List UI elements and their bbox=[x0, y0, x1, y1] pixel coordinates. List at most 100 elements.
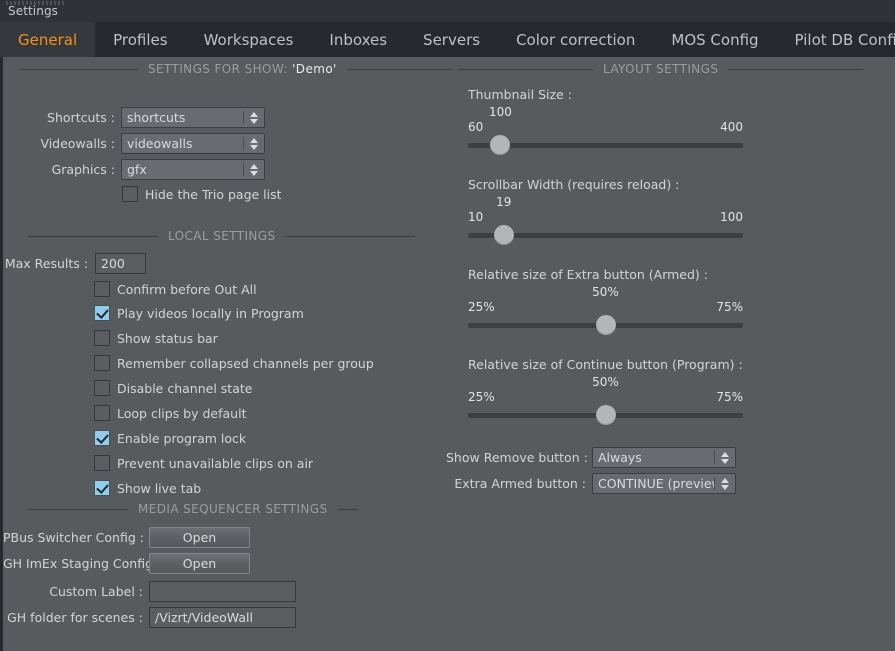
updown-arrows-icon[interactable] bbox=[248, 163, 260, 176]
shortcuts-combobox-separator bbox=[243, 111, 244, 124]
slider-extra-button-armed-title: Relative size of Extra button (Armed) : bbox=[468, 267, 708, 282]
slider-scrollbar-width-track-wrap[interactable] bbox=[468, 225, 743, 245]
row-graphics: Graphics : gfx bbox=[3, 159, 265, 180]
show-status-bar-label: Show status bar bbox=[117, 330, 218, 346]
checkbox-row-disable-channel-state[interactable]: Disable channel state bbox=[94, 380, 252, 396]
checkbox-row-show-live-tab[interactable]: Show live tab bbox=[94, 480, 201, 496]
play-videos-locally-checkbox[interactable] bbox=[94, 305, 110, 321]
tab-servers[interactable]: Servers bbox=[405, 22, 498, 57]
slider-extra-button-armed-min: 25% bbox=[468, 300, 495, 314]
slider-thumbnail-size-handle[interactable] bbox=[490, 135, 511, 155]
loop-clips-by-default-checkbox[interactable] bbox=[94, 405, 110, 421]
slider-scrollbar-width-handle[interactable] bbox=[493, 225, 514, 245]
checkbox-row-loop-clips-by-default[interactable]: Loop clips by default bbox=[94, 405, 246, 421]
slider-thumbnail-size-track-wrap[interactable] bbox=[468, 135, 743, 155]
tab-inboxes[interactable]: Inboxes bbox=[311, 22, 405, 57]
tab-general[interactable]: General bbox=[0, 22, 96, 57]
row-max-results: Max Results : 200 bbox=[3, 253, 146, 274]
tab-color-correction[interactable]: Color correction bbox=[498, 22, 653, 57]
shortcuts-combobox-value: shortcuts bbox=[127, 110, 186, 125]
remember-collapsed-channels-checkbox[interactable] bbox=[94, 355, 110, 371]
label-custom-label: Custom Label : bbox=[49, 584, 143, 599]
section-heading-local-settings-label: LOCAL SETTINGS bbox=[168, 229, 276, 243]
section-heading-layout-settings-label: LAYOUT SETTINGS bbox=[603, 62, 719, 76]
checkbox-row-play-videos-locally[interactable]: Play videos locally in Program bbox=[94, 305, 304, 321]
videowalls-combobox[interactable]: videowalls bbox=[121, 133, 265, 154]
tab-workspaces[interactable]: Workspaces bbox=[186, 22, 312, 57]
slider-scrollbar-width-value-row: 19 bbox=[468, 195, 743, 210]
updown-arrows-icon[interactable] bbox=[719, 477, 731, 490]
slider-extra-button-armed-handle[interactable] bbox=[595, 315, 616, 335]
chevron-up-icon bbox=[250, 111, 258, 117]
section-rule-right bbox=[728, 68, 864, 70]
window-title: Settings bbox=[8, 4, 59, 18]
chevron-up-icon bbox=[250, 163, 258, 169]
slider-extra-button-armed-track-wrap[interactable] bbox=[468, 315, 743, 335]
section-rule-left bbox=[20, 68, 138, 70]
graphics-combobox[interactable]: gfx bbox=[121, 159, 265, 180]
videowalls-combobox-separator bbox=[243, 137, 244, 150]
disable-channel-state-checkbox[interactable] bbox=[94, 380, 110, 396]
tab-profiles[interactable]: Profiles bbox=[95, 22, 185, 57]
slider-thumbnail-size-title: Thumbnail Size : bbox=[468, 87, 572, 102]
row-pbus-switcher-config: PBus Switcher Config : Open bbox=[3, 527, 250, 548]
updown-arrows-icon[interactable] bbox=[719, 451, 731, 464]
gh-folder-for-scenes-input[interactable]: /Vizrt/VideoWall bbox=[149, 607, 296, 628]
show-remove-button-combobox-separator bbox=[714, 451, 715, 464]
hide-trio-page-list-checkbox[interactable] bbox=[122, 186, 138, 202]
updown-arrows-icon[interactable] bbox=[248, 111, 260, 124]
enable-program-lock-checkbox[interactable] bbox=[94, 430, 110, 446]
slider-thumbnail-size-max: 400 bbox=[720, 120, 743, 134]
label-shortcuts: Shortcuts : bbox=[47, 110, 115, 125]
confirm-before-out-all-checkbox[interactable] bbox=[94, 281, 110, 297]
tab-mos-config[interactable]: MOS Config bbox=[653, 22, 776, 57]
play-videos-locally-label: Play videos locally in Program bbox=[117, 305, 304, 321]
show-live-tab-checkbox[interactable] bbox=[94, 480, 110, 496]
slider-extra-button-armed-max: 75% bbox=[716, 300, 743, 314]
pbus-switcher-config-open-button[interactable]: Open bbox=[149, 527, 250, 548]
slider-scrollbar-width-end-row: 10 100 bbox=[468, 210, 743, 225]
section-heading-media-sequencer: MEDIA SEQUENCER SETTINGS bbox=[28, 502, 428, 516]
section-rule-left bbox=[28, 508, 128, 510]
label-max-results: Max Results : bbox=[4, 256, 88, 271]
updown-arrows-icon[interactable] bbox=[248, 137, 260, 150]
show-remove-button-combobox[interactable]: Always bbox=[592, 447, 736, 468]
confirm-before-out-all-label: Confirm before Out All bbox=[117, 281, 257, 297]
gh-imex-staging-config-open-button[interactable]: Open bbox=[149, 553, 250, 574]
slider-continue-button-program-track-wrap[interactable] bbox=[468, 405, 743, 425]
slider-extra-button-armed-end-row: 25% 75% bbox=[468, 300, 743, 315]
slider-extra-button-armed-value-row: 50% bbox=[468, 285, 743, 300]
show-remove-button-combobox-value: Always bbox=[598, 450, 642, 465]
chevron-down-icon bbox=[721, 458, 729, 464]
checkbox-row-confirm-before-out-all[interactable]: Confirm before Out All bbox=[94, 281, 257, 297]
label-pbus-switcher-config: PBus Switcher Config : bbox=[3, 530, 144, 545]
section-heading-show-settings-label: SETTINGS FOR SHOW: 'Demo' bbox=[148, 62, 337, 76]
custom-label-input[interactable] bbox=[149, 581, 296, 602]
checkbox-row-enable-program-lock[interactable]: Enable program lock bbox=[94, 430, 246, 446]
slider-thumbnail-size-min: 60 bbox=[468, 120, 484, 134]
slider-scrollbar-width-min: 10 bbox=[468, 210, 484, 224]
slider-continue-button-program-title: Relative size of Continue button (Progra… bbox=[468, 357, 743, 372]
section-heading-show-settings: SETTINGS FOR SHOW: 'Demo' bbox=[20, 62, 452, 76]
checkbox-row-remember-collapsed-channels[interactable]: Remember collapsed channels per group bbox=[94, 355, 374, 371]
slider-continue-button-program-value-row: 50% bbox=[468, 375, 743, 390]
section-heading-local-settings: LOCAL SETTINGS bbox=[28, 229, 428, 243]
chevron-up-icon bbox=[250, 137, 258, 143]
checkbox-row-prevent-unavailable-clips[interactable]: Prevent unavailable clips on air bbox=[94, 455, 313, 471]
slider-continue-button-program-handle[interactable] bbox=[595, 405, 616, 425]
tab-pilot-db-config[interactable]: Pilot DB Config bbox=[777, 22, 895, 57]
row-custom-label: Custom Label : bbox=[3, 581, 296, 602]
max-results-input[interactable]: 200 bbox=[95, 253, 146, 274]
show-status-bar-checkbox[interactable] bbox=[94, 330, 110, 346]
row-gh-imex-staging-config: GH ImEx Staging Config : Open bbox=[3, 553, 250, 574]
prevent-unavailable-clips-checkbox[interactable] bbox=[94, 455, 110, 471]
slider-scrollbar-width-title: Scrollbar Width (requires reload) : bbox=[468, 177, 680, 192]
extra-armed-button-combobox[interactable]: CONTINUE (preview ... bbox=[592, 473, 736, 494]
checkbox-row-hide-trio-page-list[interactable]: Hide the Trio page list bbox=[122, 186, 282, 202]
section-rule-left bbox=[28, 235, 158, 237]
checkbox-row-show-status-bar[interactable]: Show status bar bbox=[94, 330, 218, 346]
slider-scrollbar-width-value: 19 bbox=[496, 195, 512, 209]
shortcuts-combobox[interactable]: shortcuts bbox=[121, 107, 265, 128]
prevent-unavailable-clips-label: Prevent unavailable clips on air bbox=[117, 455, 314, 471]
slider-continue-button-program-min: 25% bbox=[468, 390, 495, 404]
